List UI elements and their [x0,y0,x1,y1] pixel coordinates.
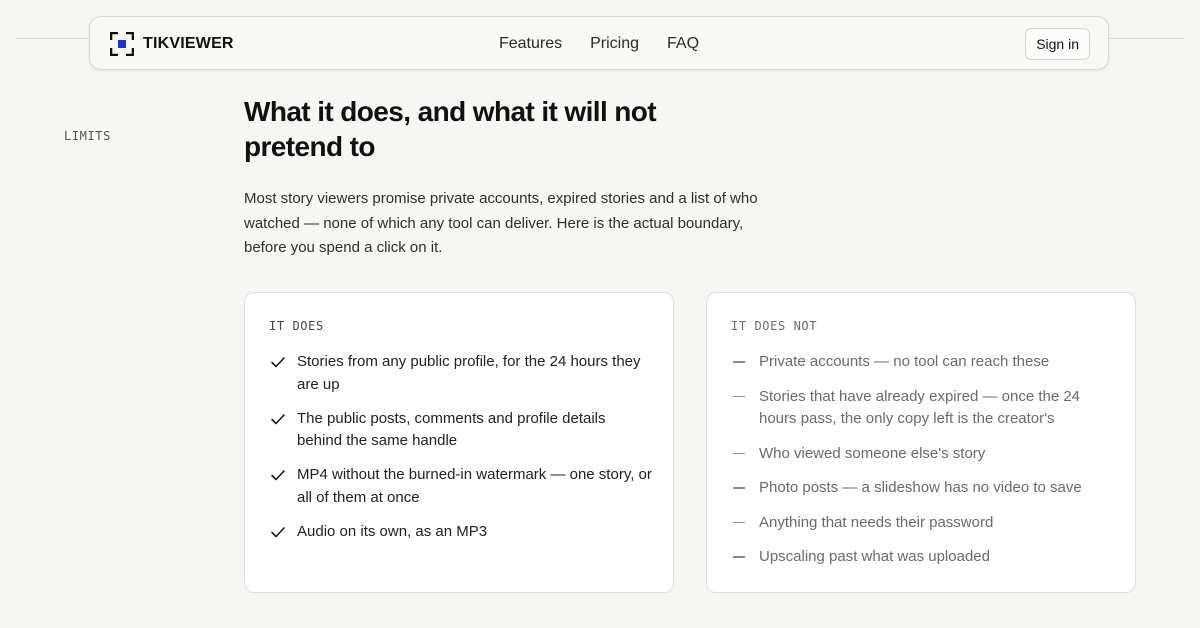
viewfinder-logo-icon [110,32,134,56]
brand-name: TIKVIEWER [143,35,234,52]
does-card-heading: IT DOES [269,319,324,333]
check-icon [271,357,285,368]
does-not-item-text: Who viewed someone else's story [759,444,986,462]
nav-link-features[interactable]: Features [499,35,562,53]
does-item-text: MP4 without the burned-in watermark — on… [297,466,652,506]
does-not-list: Private accounts — no tool can reach the… [731,351,1116,581]
does-item-text: Stories from any public profile, for the… [297,353,641,393]
nav-link-pricing[interactable]: Pricing [590,35,639,53]
does-item-text: Audio on its own, as an MP3 [297,522,488,540]
dash-icon [733,487,745,489]
brand-logo[interactable]: TIKVIEWER [110,32,234,56]
does-not-item-text: Stories that have already expired — once… [759,387,1081,428]
does-not-item-text: Upscaling past what was uploaded [759,548,990,565]
does-card: IT DOES Stories from any public profile,… [244,292,674,593]
does-not-list-item: Photo posts — a slideshow has no video t… [731,477,1116,500]
does-list-item: Audio on its own, as an MP3 [269,521,654,544]
does-list-item: The public posts, comments and profile d… [269,408,654,453]
does-list: Stories from any public profile, for the… [269,351,654,555]
does-not-list-item: Private accounts — no tool can reach the… [731,351,1116,374]
section-intro: Most story viewers promise private accou… [244,190,758,256]
section-label: LIMITS [64,129,111,143]
dash-icon [733,361,745,363]
dash-icon [733,452,745,454]
check-icon [271,526,285,537]
does-not-item-text: Private accounts — no tool can reach the… [759,353,1050,370]
sign-in-button[interactable]: Sign in [1025,28,1090,60]
does-not-list-item: Stories that have already expired — once… [731,386,1116,431]
does-not-item-text: Anything that needs their password [759,513,994,531]
nav-link-faq[interactable]: FAQ [667,35,699,53]
primary-nav: Features Pricing FAQ [90,17,1108,71]
check-icon [271,470,285,481]
does-not-item-text: Photo posts — a slideshow has no video t… [759,479,1082,496]
does-not-list-item: Anything that needs their password [731,512,1116,535]
does-not-card: IT DOES NOT Private accounts — no tool c… [706,292,1136,593]
check-icon [271,413,285,424]
does-not-list-item: Who viewed someone else's story [731,443,1116,466]
dash-icon [733,556,745,558]
does-list-item: Stories from any public profile, for the… [269,351,654,396]
top-navbar: TIKVIEWER Features Pricing FAQ Sign in [89,16,1109,70]
does-item-text: The public posts, comments and profile d… [297,409,606,450]
section-title: What it does, and what it will not prete… [244,96,657,162]
does-list-item: MP4 without the burned-in watermark — on… [269,464,654,509]
does-not-card-heading: IT DOES NOT [731,319,818,333]
dash-icon [733,395,745,397]
does-not-list-item: Upscaling past what was uploaded [731,546,1116,569]
dash-icon [733,521,745,523]
